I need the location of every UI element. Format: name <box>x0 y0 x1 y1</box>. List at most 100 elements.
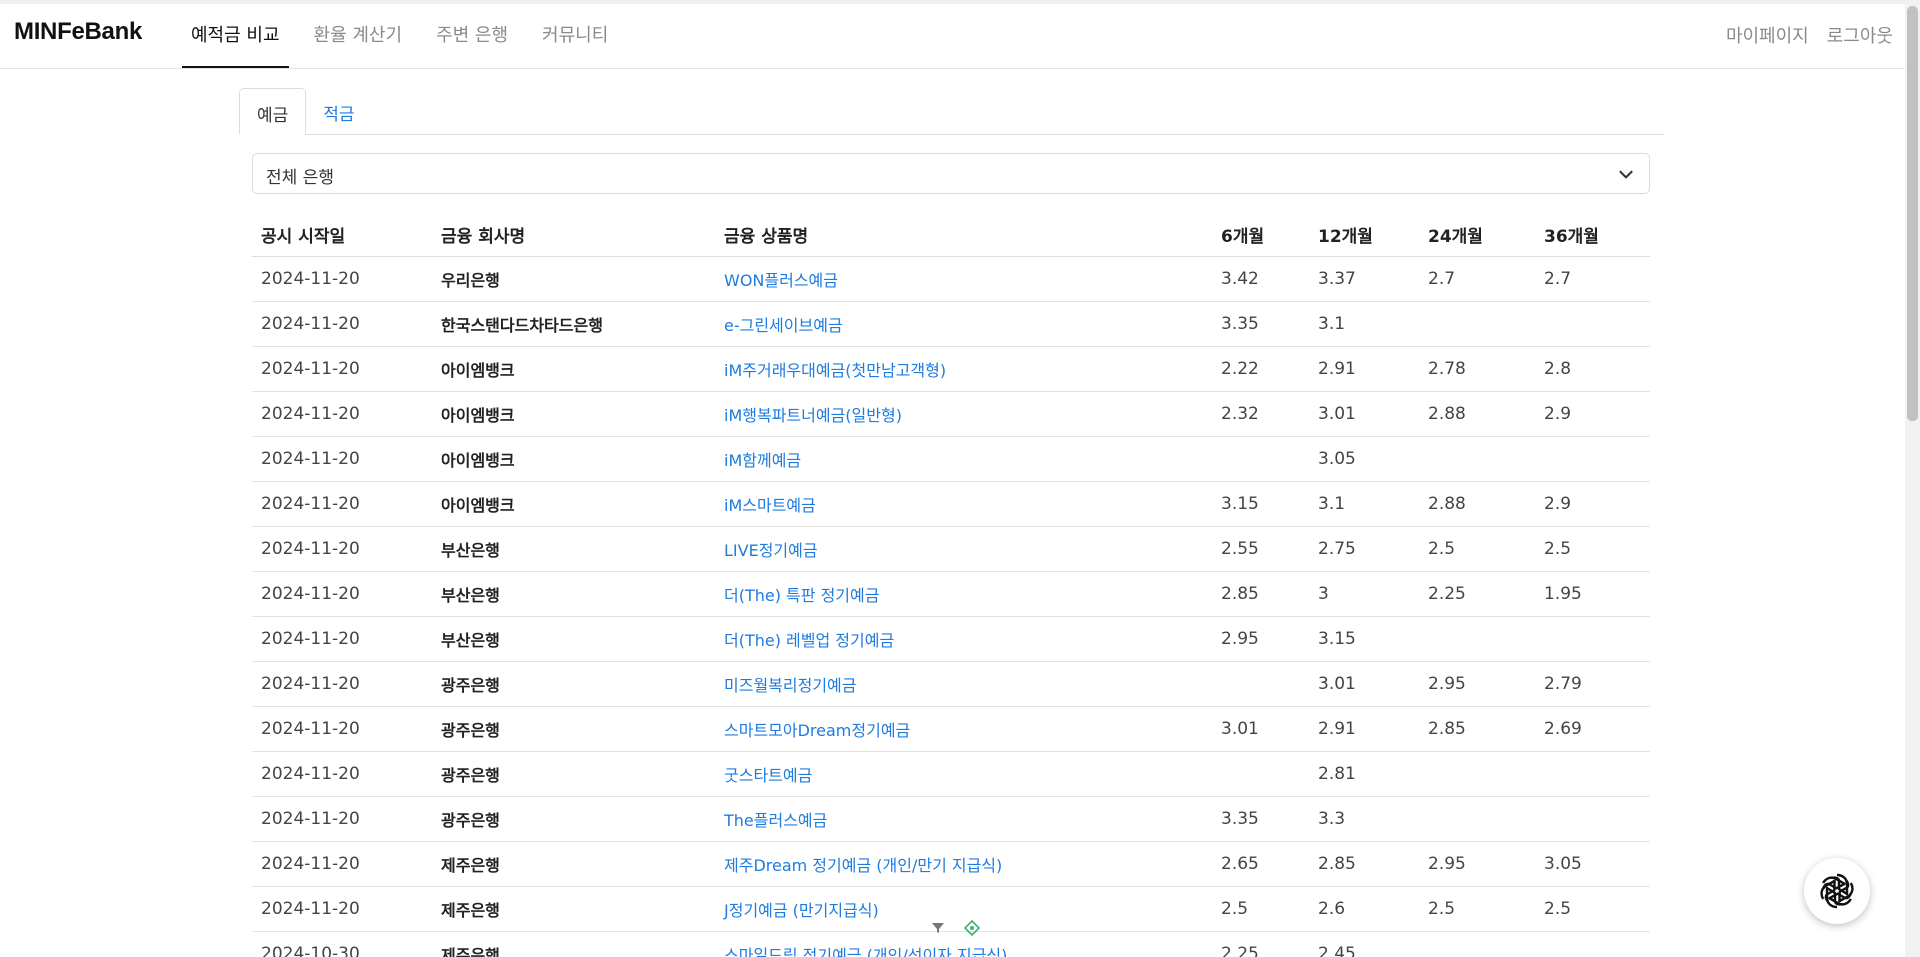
filter-icon[interactable] <box>930 920 946 936</box>
cell-rate-12m: 3.1 <box>1309 301 1419 347</box>
cell-start-date: 2024-11-20 <box>252 256 432 302</box>
cell-product[interactable]: iM행복파트너예금(일반형) <box>715 391 1212 437</box>
col-header-24m[interactable]: 24개월 <box>1419 212 1535 257</box>
cell-company: 제주은행 <box>432 886 715 932</box>
table-row: 2024-11-20 부산은행 더(The) 레벨업 정기예금 2.95 3.15 <box>252 616 1650 662</box>
cell-company: 광주은행 <box>432 796 715 842</box>
cell-rate-6m <box>1212 661 1309 707</box>
table-header-row: 공시 시작일 금융 회사명 금융 상품명 6개월 12개월 24개월 36개월 <box>252 212 1650 257</box>
cell-rate-12m: 2.81 <box>1309 751 1419 797</box>
cell-product[interactable]: 더(The) 레벨업 정기예금 <box>715 616 1212 662</box>
floating-extension-icons <box>930 920 980 936</box>
cell-rate-36m: 1.95 <box>1535 571 1650 617</box>
cell-company: 한국스탠다드차타드은행 <box>432 301 715 347</box>
cell-rate-36m: 2.5 <box>1535 886 1650 932</box>
cell-rate-24m: 2.95 <box>1419 661 1535 707</box>
cell-company: 아이엠뱅크 <box>432 391 715 437</box>
cell-rate-36m: 2.69 <box>1535 706 1650 752</box>
cell-company: 부산은행 <box>432 616 715 662</box>
cell-rate-12m: 2.6 <box>1309 886 1419 932</box>
table-row: 2024-11-20 아이엠뱅크 iM스마트예금 3.15 3.1 2.88 2.9 <box>252 481 1650 527</box>
cell-company: 부산은행 <box>432 571 715 617</box>
scrollbar-thumb[interactable] <box>1907 6 1918 421</box>
cell-rate-12m: 2.75 <box>1309 526 1419 572</box>
tab-savings[interactable]: 적금 <box>306 88 371 134</box>
cell-rate-6m <box>1212 751 1309 797</box>
cell-rate-6m: 2.32 <box>1212 391 1309 437</box>
logout-link[interactable]: 로그아웃 <box>1827 22 1893 48</box>
col-header-company[interactable]: 금융 회사명 <box>432 212 715 257</box>
tab-deposit[interactable]: 예금 <box>239 88 307 135</box>
cell-company: 광주은행 <box>432 661 715 707</box>
mypage-link[interactable]: 마이페이지 <box>1726 22 1809 48</box>
cell-rate-12m: 3.15 <box>1309 616 1419 662</box>
chat-assistant-button[interactable] <box>1804 858 1870 924</box>
col-header-product[interactable]: 금융 상품명 <box>715 212 1212 257</box>
nav-link-deposit-compare[interactable]: 예적금 비교 <box>182 4 289 68</box>
table-row: 2024-11-20 한국스탠다드차타드은행 e-그린세이브예금 3.35 3.1 <box>252 301 1650 347</box>
cell-product[interactable]: 더(The) 특판 정기예금 <box>715 571 1212 617</box>
cell-product[interactable]: iM스마트예금 <box>715 481 1212 527</box>
cell-start-date: 2024-11-20 <box>252 796 432 842</box>
cell-company: 아이엠뱅크 <box>432 481 715 527</box>
cell-product[interactable]: iM함께예금 <box>715 436 1212 482</box>
cell-start-date: 2024-11-20 <box>252 391 432 437</box>
nav-link-exchange-calculator[interactable]: 환율 계산기 <box>305 4 412 68</box>
cell-rate-36m <box>1535 616 1650 662</box>
cell-rate-12m: 2.45 <box>1309 931 1419 957</box>
cell-product[interactable]: LIVE정기예금 <box>715 526 1212 572</box>
openai-logo-icon <box>1816 873 1858 909</box>
table-row: 2024-11-20 아이엠뱅크 iM주거래우대예금(첫만남고객형) 2.22 2.91… <box>252 346 1650 392</box>
nav-link-community[interactable]: 커뮤니티 <box>533 4 617 68</box>
cell-company: 제주은행 <box>432 931 715 957</box>
cell-rate-36m: 3.05 <box>1535 841 1650 887</box>
diamond-icon[interactable] <box>964 920 980 936</box>
cell-rate-24m: 2.78 <box>1419 346 1535 392</box>
top-navbar: MINFeBank 예적금 비교 환율 계산기 주변 은행 커뮤니티 마이페이지… <box>0 4 1905 69</box>
nav-link-nearby-banks[interactable]: 주변 은행 <box>427 4 517 68</box>
table-row: 2024-11-20 부산은행 LIVE정기예금 2.55 2.75 2.5 2.5 <box>252 526 1650 572</box>
cell-rate-6m: 3.15 <box>1212 481 1309 527</box>
table-row: 2024-11-20 우리은행 WON플러스예금 3.42 3.37 2.7 2.7 <box>252 256 1650 302</box>
cell-product[interactable]: e-그린세이브예금 <box>715 301 1212 347</box>
cell-rate-12m: 3.3 <box>1309 796 1419 842</box>
cell-rate-24m: 2.25 <box>1419 571 1535 617</box>
rates-table: 공시 시작일 금융 회사명 금융 상품명 6개월 12개월 24개월 36개월 … <box>252 212 1650 957</box>
cell-start-date: 2024-11-20 <box>252 616 432 662</box>
cell-rate-36m <box>1535 751 1650 797</box>
cell-rate-12m: 2.85 <box>1309 841 1419 887</box>
nav-user-links: 마이페이지 로그아웃 <box>1726 22 1893 48</box>
page-scrollbar[interactable] <box>1905 0 1920 957</box>
cell-rate-6m: 3.01 <box>1212 706 1309 752</box>
cell-rate-6m: 2.22 <box>1212 346 1309 392</box>
cell-rate-36m: 2.7 <box>1535 256 1650 302</box>
cell-rate-24m: 2.5 <box>1419 526 1535 572</box>
cell-rate-24m <box>1419 616 1535 662</box>
col-header-start-date[interactable]: 공시 시작일 <box>252 212 432 257</box>
cell-product[interactable]: iM주거래우대예금(첫만남고객형) <box>715 346 1212 392</box>
cell-product[interactable]: 제주Dream 정기예금 (개인/만기 지급식) <box>715 841 1212 887</box>
bank-select-value: 전체 은행 <box>266 168 334 188</box>
cell-start-date: 2024-11-20 <box>252 526 432 572</box>
cell-rate-24m: 2.7 <box>1419 256 1535 302</box>
bank-select[interactable]: 전체 은행 <box>252 153 1650 194</box>
col-header-12m[interactable]: 12개월 <box>1309 212 1419 257</box>
cell-product[interactable]: The플러스예금 <box>715 796 1212 842</box>
cell-start-date: 2024-11-20 <box>252 346 432 392</box>
cell-rate-24m <box>1419 751 1535 797</box>
cell-product[interactable]: WON플러스예금 <box>715 256 1212 302</box>
cell-rate-24m <box>1419 931 1535 957</box>
cell-product[interactable]: 미즈월복리정기예금 <box>715 661 1212 707</box>
cell-rate-24m <box>1419 301 1535 347</box>
cell-company: 아이엠뱅크 <box>432 346 715 392</box>
col-header-6m[interactable]: 6개월 <box>1212 212 1309 257</box>
cell-rate-36m: 2.79 <box>1535 661 1650 707</box>
brand-logo[interactable]: MINFeBank <box>14 18 142 46</box>
cell-rate-24m: 2.85 <box>1419 706 1535 752</box>
col-header-36m[interactable]: 36개월 <box>1535 212 1650 257</box>
cell-rate-6m: 2.55 <box>1212 526 1309 572</box>
cell-rate-12m: 3.01 <box>1309 391 1419 437</box>
cell-product[interactable]: 굿스타트예금 <box>715 751 1212 797</box>
table-row: 2024-11-20 광주은행 The플러스예금 3.35 3.3 <box>252 796 1650 842</box>
cell-product[interactable]: 스마트모아Dream정기예금 <box>715 706 1212 752</box>
